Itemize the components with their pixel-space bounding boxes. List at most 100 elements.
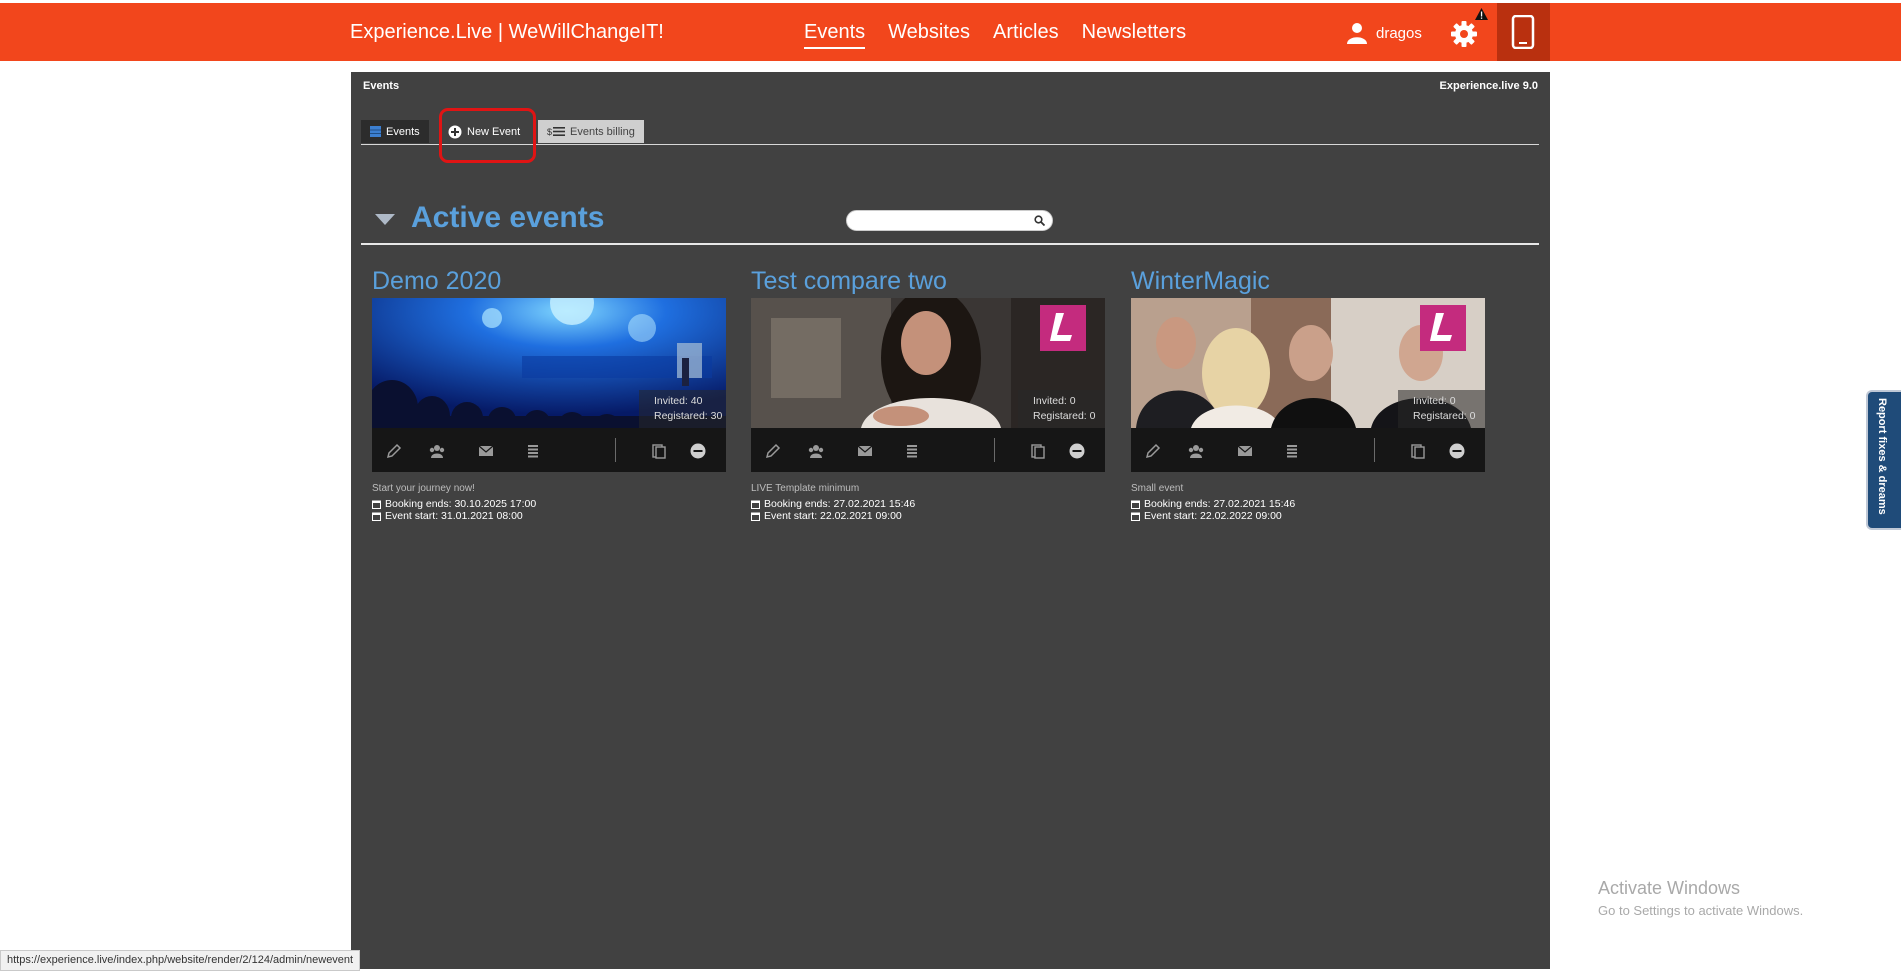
mail-icon[interactable] xyxy=(1236,442,1254,460)
section-title: Active events xyxy=(411,201,605,234)
watermark-title: Activate Windows xyxy=(1598,878,1741,898)
action-separator xyxy=(994,438,995,462)
event-image[interactable]: Invited: 0 Registared: 0 xyxy=(1131,298,1485,428)
event-card: Demo 2020 Invited: 40 Registared: 30 Sta… xyxy=(372,264,726,522)
experience-live-logo xyxy=(1420,305,1466,351)
svg-text:$: $ xyxy=(547,127,552,137)
report-feedback-tab[interactable]: Report fixes & dreams xyxy=(1866,390,1901,530)
panel-title: Events xyxy=(363,80,400,92)
search-icon[interactable] xyxy=(1034,215,1045,226)
user-icon xyxy=(1347,23,1367,44)
remove-icon[interactable] xyxy=(1068,442,1086,460)
registered-count: Registared: 0 xyxy=(1033,410,1096,422)
calendar-icon xyxy=(751,512,760,521)
event-dates: Booking ends: 30.10.2025 17:00 Event sta… xyxy=(372,498,726,522)
list-icon[interactable] xyxy=(1283,442,1301,460)
top-navigation-bar: Experience.Live | WeWillChangeIT! Events… xyxy=(0,3,1901,61)
mail-icon[interactable] xyxy=(477,442,495,460)
edit-icon[interactable] xyxy=(1144,442,1162,460)
calendar-icon xyxy=(751,500,760,509)
remove-icon[interactable] xyxy=(689,442,707,460)
attendees-icon[interactable] xyxy=(428,442,446,460)
logo-mark-icon xyxy=(1430,313,1452,341)
edit-icon[interactable] xyxy=(385,442,403,460)
gear-icon[interactable] xyxy=(1450,20,1478,48)
nav-newsletters[interactable]: Newsletters xyxy=(1082,21,1186,49)
list-icon[interactable] xyxy=(524,442,542,460)
event-subtitle: Small event xyxy=(1131,483,1184,494)
booking-ends: Booking ends: 27.02.2021 15:46 xyxy=(1144,498,1296,510)
event-stats: Invited: 0 Registared: 0 xyxy=(1018,390,1105,428)
experience-live-logo xyxy=(1040,305,1086,351)
event-title[interactable]: WinterMagic xyxy=(1131,264,1485,298)
event-image[interactable]: Invited: 0 Registared: 0 xyxy=(751,298,1105,428)
search-box xyxy=(846,210,1053,231)
collapse-toggle-icon[interactable] xyxy=(375,214,395,225)
event-actions xyxy=(372,428,726,472)
action-separator xyxy=(1374,438,1375,462)
registered-count: Registared: 0 xyxy=(1413,410,1476,422)
event-start: Event start: 31.01.2021 08:00 xyxy=(385,510,523,522)
event-stats: Invited: 0 Registared: 0 xyxy=(1398,390,1485,428)
event-image[interactable]: Invited: 40 Registared: 30 xyxy=(372,298,726,428)
event-subtitle: LIVE Template minimum xyxy=(751,483,860,494)
copy-icon[interactable] xyxy=(1029,442,1047,460)
user-menu[interactable]: dragos xyxy=(1346,22,1422,44)
invited-count: Invited: 0 xyxy=(1033,395,1076,407)
list-icon[interactable] xyxy=(903,442,921,460)
event-actions xyxy=(1131,428,1485,472)
remove-icon[interactable] xyxy=(1448,442,1466,460)
calendar-icon xyxy=(372,500,381,509)
report-tab-label: Report fixes & dreams xyxy=(1876,398,1888,515)
tab-events[interactable]: Events xyxy=(361,120,429,143)
event-actions xyxy=(751,428,1105,472)
event-stats: Invited: 40 Registared: 30 xyxy=(639,390,726,428)
new-event-highlight xyxy=(439,108,536,163)
watermark-subtitle: Go to Settings to activate Windows. xyxy=(1598,903,1804,918)
mobile-view-button[interactable] xyxy=(1497,3,1550,61)
calendar-icon xyxy=(1131,500,1140,509)
billing-list-icon: $ xyxy=(547,127,565,137)
mail-icon[interactable] xyxy=(856,442,874,460)
search-input[interactable] xyxy=(857,213,1031,230)
phone-icon xyxy=(1511,15,1535,49)
registered-count: Registared: 30 xyxy=(654,410,723,422)
events-panel: Events Experience.live 9.0 Events New Ev… xyxy=(351,72,1550,969)
attendees-icon[interactable] xyxy=(807,442,825,460)
status-bar-url: https://experience.live/index.php/websit… xyxy=(0,950,361,971)
copy-icon[interactable] xyxy=(650,442,668,460)
invited-count: Invited: 0 xyxy=(1413,395,1456,407)
nav-websites[interactable]: Websites xyxy=(888,21,970,49)
username: dragos xyxy=(1376,24,1422,42)
tab-bar: Events New Event $ Events billing xyxy=(361,120,1539,145)
event-start: Event start: 22.02.2022 09:00 xyxy=(1144,510,1282,522)
event-start: Event start: 22.02.2021 09:00 xyxy=(764,510,902,522)
booking-ends: Booking ends: 30.10.2025 17:00 xyxy=(385,498,537,510)
edit-icon[interactable] xyxy=(764,442,782,460)
event-title[interactable]: Demo 2020 xyxy=(372,264,726,298)
warning-icon xyxy=(1475,8,1488,20)
brand-title[interactable]: Experience.Live | WeWillChangeIT! xyxy=(350,21,664,44)
tab-events-billing[interactable]: $ Events billing xyxy=(538,120,644,143)
version-label: Experience.live 9.0 xyxy=(1439,80,1538,92)
action-separator xyxy=(615,438,616,462)
event-dates: Booking ends: 27.02.2021 15:46 Event sta… xyxy=(1131,498,1485,522)
attendees-icon[interactable] xyxy=(1187,442,1205,460)
event-card: WinterMagic Invited: 0 Registared: 0 Sma… xyxy=(1131,264,1485,522)
event-card: Test compare two Invited: 0 Registared: … xyxy=(751,264,1105,522)
calendar-icon xyxy=(1131,512,1140,521)
logo-mark-icon xyxy=(1050,313,1072,341)
windows-activation-watermark: Activate Windows Go to Settings to activ… xyxy=(1598,878,1803,918)
calendar-icon xyxy=(372,512,381,521)
event-title[interactable]: Test compare two xyxy=(751,264,1105,298)
table-icon xyxy=(370,126,381,137)
tab-events-label: Events xyxy=(386,125,420,138)
event-dates: Booking ends: 27.02.2021 15:46 Event sta… xyxy=(751,498,1105,522)
booking-ends: Booking ends: 27.02.2021 15:46 xyxy=(764,498,916,510)
event-subtitle: Start your journey now! xyxy=(372,483,475,494)
tab-billing-label: Events billing xyxy=(570,125,635,138)
copy-icon[interactable] xyxy=(1409,442,1427,460)
invited-count: Invited: 40 xyxy=(654,395,703,407)
nav-articles[interactable]: Articles xyxy=(993,21,1059,49)
nav-events[interactable]: Events xyxy=(804,21,866,49)
